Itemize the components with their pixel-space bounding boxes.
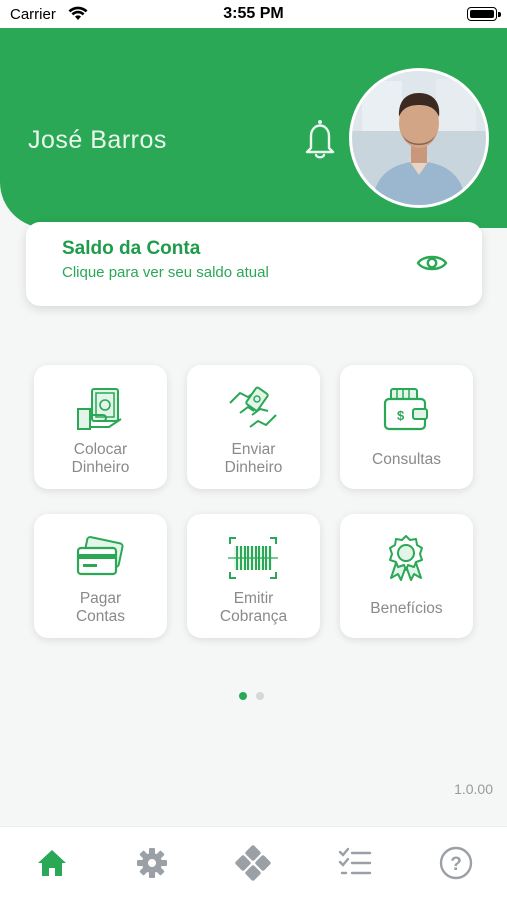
battery-icon [467, 7, 501, 21]
cash-deposit-icon [77, 388, 122, 430]
svg-text:$: $ [397, 408, 405, 423]
action-label: Consultas [372, 451, 441, 468]
eye-icon[interactable] [416, 252, 448, 274]
balance-card[interactable]: Saldo da Conta Clique para ver seu saldo… [26, 222, 482, 306]
action-colocar-dinheiro[interactable]: Colocar Dinheiro [34, 365, 167, 489]
diamond-grid-icon[interactable] [235, 845, 271, 881]
action-label: Pagar Contas [75, 590, 126, 625]
user-name: José Barros [28, 126, 167, 154]
wallet-icon: $ [383, 388, 428, 431]
app-version: 1.0.00 [454, 781, 493, 797]
status-time: 3:55 PM [223, 5, 284, 22]
action-label: Emitir Cobrança [219, 590, 288, 625]
action-emitir-cobranca[interactable]: Emitir Cobrança [187, 514, 320, 638]
avatar-photo [352, 71, 486, 205]
checklist-icon[interactable] [337, 845, 373, 881]
action-label: Colocar Dinheiro [71, 441, 130, 476]
bell-icon[interactable] [302, 118, 338, 160]
svg-text:?: ? [450, 854, 462, 875]
balance-subtitle: Clique para ver seu saldo atual [62, 264, 269, 281]
money-transfer-icon [229, 386, 277, 428]
action-label: Benefícios [370, 600, 443, 617]
page-dot-active[interactable] [239, 692, 247, 700]
avatar[interactable] [349, 68, 489, 208]
action-label: Enviar Dinheiro [224, 441, 283, 476]
tab-bar: ? [0, 826, 507, 900]
barcode-icon [228, 537, 278, 579]
gear-icon[interactable] [134, 845, 170, 881]
status-bar: Carrier 3:55 PM [0, 0, 507, 28]
action-enviar-dinheiro[interactable]: Enviar Dinheiro [187, 365, 320, 489]
credit-card-icon [76, 536, 124, 576]
help-icon[interactable]: ? [438, 845, 474, 881]
action-pagar-contas[interactable]: Pagar Contas [34, 514, 167, 638]
balance-title: Saldo da Conta [62, 238, 201, 259]
action-consultas[interactable]: $ Consultas [340, 365, 473, 489]
award-badge-icon [389, 535, 423, 581]
action-beneficios[interactable]: Benefícios [340, 514, 473, 638]
home-icon[interactable] [34, 845, 70, 881]
page-dot[interactable] [256, 692, 264, 700]
